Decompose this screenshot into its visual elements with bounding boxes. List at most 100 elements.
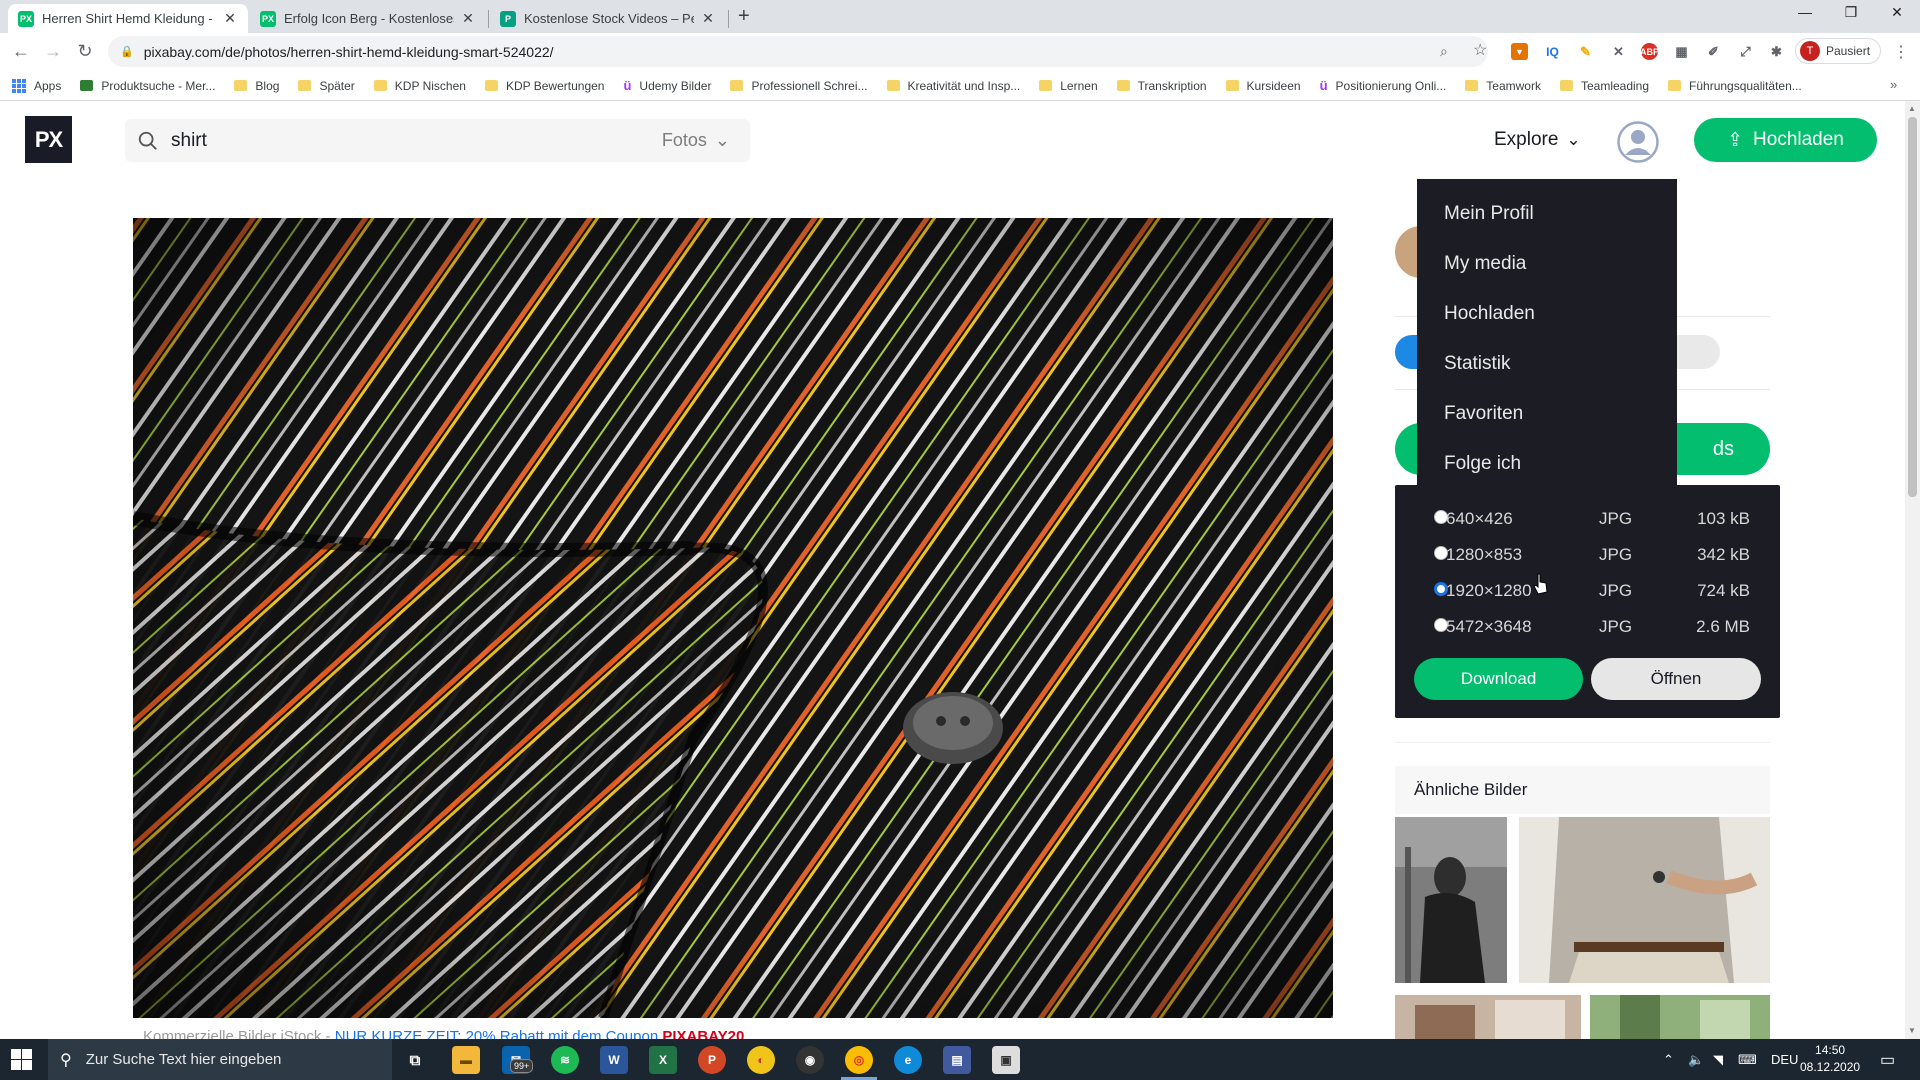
bookmark-item[interactable]: Produktsuche - Mer...: [80, 79, 215, 93]
obs-icon[interactable]: ◉: [796, 1046, 824, 1074]
menu-item-statistics[interactable]: Statistik: [1417, 339, 1677, 389]
back-arrow-icon[interactable]: ←: [10, 41, 32, 62]
close-tab-icon[interactable]: ✕: [700, 10, 716, 27]
volume-icon[interactable]: 🔈: [1688, 1039, 1704, 1080]
bookmark-item[interactable]: Später: [298, 79, 355, 93]
pixabay-logo[interactable]: PX: [25, 116, 72, 163]
close-tab-icon[interactable]: ✕: [460, 10, 476, 27]
size-option-row[interactable]: 1920×1280 JPG 724 kB: [1414, 575, 1761, 611]
browser-tab[interactable]: P Kostenlose Stock Videos – Pexels ✕: [490, 4, 726, 33]
eyedropper-icon[interactable]: ✐: [1705, 43, 1722, 60]
taskbar-search-box[interactable]: ⚲ Zur Suche Text hier eingeben: [48, 1039, 392, 1080]
reload-icon[interactable]: ↻: [74, 41, 96, 62]
more-bookmarks-icon[interactable]: »: [1890, 77, 1897, 92]
bookmark-item[interactable]: ü Positionierung Onli...: [1320, 78, 1447, 93]
system-clock[interactable]: 14:50 08.12.2020: [1800, 1042, 1860, 1076]
similar-image-thumb[interactable]: [1395, 995, 1581, 1039]
fullscreen-icon[interactable]: ⤢: [1737, 43, 1754, 60]
menu-item-my-media[interactable]: My media: [1417, 239, 1677, 289]
excel-icon[interactable]: X: [649, 1046, 677, 1074]
minimize-window-icon[interactable]: —: [1782, 4, 1828, 20]
menu-item-profile[interactable]: Mein Profil: [1417, 189, 1677, 239]
bookmark-item[interactable]: Führungsqualitäten...: [1668, 79, 1802, 93]
extension-pen-icon[interactable]: ✎: [1577, 43, 1594, 60]
menu-item-upload[interactable]: Hochladen: [1417, 289, 1677, 339]
file-explorer-icon[interactable]: ▬: [452, 1046, 480, 1074]
input-language[interactable]: DEU: [1771, 1039, 1798, 1080]
new-tab-icon[interactable]: +: [738, 5, 750, 28]
bookmark-item[interactable]: Blog: [234, 79, 279, 93]
app-icon[interactable]: ▣: [992, 1046, 1020, 1074]
page-scrollbar[interactable]: ▲ ▼: [1905, 101, 1920, 1039]
open-button[interactable]: Öffnen: [1591, 658, 1761, 700]
bookmark-label: Teamwork: [1486, 78, 1541, 93]
tab-title: Herren Shirt Hemd Kleidung - Ko: [42, 11, 216, 26]
size-option-row[interactable]: 5472×3648 JPG 2.6 MB: [1414, 611, 1761, 647]
bookmark-item[interactable]: Kursideen: [1225, 79, 1301, 93]
promo-link[interactable]: NUR KURZE ZEIT: 20% Rabatt mit dem Coupo…: [335, 1028, 658, 1039]
similar-image-thumb[interactable]: [1519, 817, 1770, 983]
scrollbar-thumb[interactable]: [1908, 117, 1917, 497]
tray-overflow-icon[interactable]: ⌃: [1663, 1039, 1674, 1080]
address-bar[interactable]: 🔒 pixabay.com/de/photos/herren-shirt-hem…: [108, 36, 1488, 67]
main-photo[interactable]: [133, 218, 1333, 1018]
spotify-icon[interactable]: ≋: [551, 1046, 579, 1074]
task-view-icon[interactable]: ⧉: [401, 1046, 429, 1074]
size-option-row[interactable]: 640×426 JPG 103 kB: [1414, 503, 1761, 539]
extension-shield-icon[interactable]: ▼: [1511, 43, 1528, 60]
word-icon[interactable]: W: [600, 1046, 628, 1074]
puzzle-extensions-icon[interactable]: ✱: [1768, 43, 1785, 60]
size-option-row[interactable]: 1280×853 JPG 342 kB: [1414, 539, 1761, 575]
upload-button[interactable]: ⇪ Hochladen: [1694, 118, 1877, 162]
browser-menu-icon[interactable]: ⋮: [1893, 42, 1909, 62]
app-icon[interactable]: ▤: [943, 1046, 971, 1074]
bookmark-item[interactable]: Lernen: [1039, 79, 1098, 93]
search-input[interactable]: shirt: [171, 130, 662, 152]
user-avatar-icon[interactable]: [1617, 121, 1659, 163]
similar-image-thumb[interactable]: [1395, 817, 1507, 983]
bookmark-item[interactable]: KDP Nischen: [373, 79, 466, 93]
scroll-up-arrow-icon[interactable]: ▲: [1908, 104, 1916, 113]
keyboard-icon[interactable]: ⌨: [1738, 1039, 1757, 1080]
profile-button[interactable]: T Pausiert: [1795, 38, 1882, 64]
menu-item-following[interactable]: Folge ich: [1417, 439, 1677, 489]
bookmark-item[interactable]: Kreativität und Insp...: [886, 79, 1020, 93]
chrome-icon[interactable]: ◎: [845, 1046, 873, 1074]
browser-tab[interactable]: PX Herren Shirt Hemd Kleidung - Ko ✕: [8, 4, 248, 33]
bookmark-item[interactable]: KDP Bewertungen: [484, 79, 604, 93]
bookmark-item[interactable]: Professionell Schrei...: [730, 79, 868, 93]
restore-window-icon[interactable]: ❐: [1828, 4, 1874, 21]
menu-item-favorites[interactable]: Favoriten: [1417, 389, 1677, 439]
extension-iq-icon[interactable]: IQ: [1544, 43, 1561, 60]
bookmark-star-icon[interactable]: ☆: [1473, 40, 1487, 60]
bookmark-item[interactable]: Teamleading: [1559, 79, 1649, 93]
app-icon[interactable]: ◐: [747, 1046, 775, 1074]
windows-start-icon[interactable]: [11, 1049, 32, 1070]
bookmark-item[interactable]: ü Udemy Bilder: [623, 78, 711, 93]
folder-icon: [1225, 80, 1239, 91]
search-bar[interactable]: shirt Fotos ⌄: [125, 119, 750, 162]
close-tab-icon[interactable]: ✕: [222, 10, 238, 27]
close-window-icon[interactable]: ✕: [1874, 4, 1920, 21]
network-icon[interactable]: ◥: [1713, 1039, 1723, 1080]
download-button[interactable]: Download: [1414, 658, 1583, 700]
scroll-down-arrow-icon[interactable]: ▼: [1908, 1026, 1916, 1035]
browser-tab[interactable]: PX Erfolg Icon Berg - Kostenloses Bi ✕: [250, 4, 486, 33]
udemy-icon: ü: [1319, 78, 1328, 93]
forward-arrow-icon[interactable]: →: [42, 41, 64, 62]
extension-cursor-icon[interactable]: ✕: [1610, 43, 1627, 60]
zoom-icon[interactable]: ⌕: [1440, 43, 1448, 60]
notifications-icon[interactable]: ▭: [1880, 1039, 1895, 1080]
similar-image-thumb[interactable]: [1590, 995, 1770, 1039]
istock-promo[interactable]: Kommerzielle Bilder iStock - NUR KURZE Z…: [143, 1028, 744, 1039]
explore-menu[interactable]: Explore ⌄: [1494, 129, 1581, 151]
extension-grid-icon[interactable]: ▦: [1673, 43, 1690, 60]
powerpoint-icon[interactable]: P: [698, 1046, 726, 1074]
bookmark-item[interactable]: Transkription: [1116, 79, 1207, 93]
url-text: pixabay.com/de/photos/herren-shirt-hemd-…: [143, 43, 554, 60]
bookmark-item[interactable]: Apps: [12, 78, 61, 93]
media-type-select[interactable]: Fotos ⌄: [662, 130, 730, 151]
adblock-icon[interactable]: ABP: [1640, 43, 1659, 60]
bookmark-item[interactable]: Teamwork: [1465, 79, 1541, 93]
edge-icon[interactable]: e: [894, 1046, 922, 1074]
